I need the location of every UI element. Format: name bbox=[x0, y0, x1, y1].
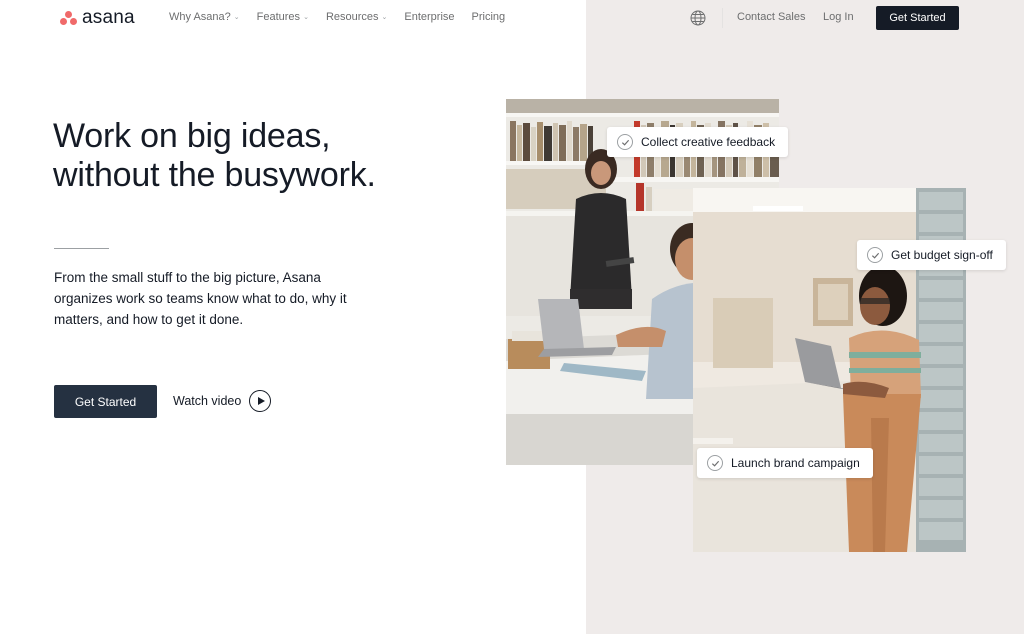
hero-headline: Work on big ideas, without the busywork. bbox=[53, 117, 376, 194]
check-circle-icon bbox=[867, 247, 883, 263]
header-get-started-button[interactable]: Get Started bbox=[876, 6, 959, 30]
chevron-down-icon: ⌄ bbox=[303, 14, 309, 21]
callout-get-budget-sign-off: Get budget sign-off bbox=[857, 240, 1006, 270]
nav-item-pricing[interactable]: Pricing bbox=[472, 11, 506, 23]
contact-sales-link[interactable]: Contact Sales bbox=[737, 11, 805, 23]
asana-wordmark: asana bbox=[82, 7, 135, 28]
callout-collect-creative-feedback: Collect creative feedback bbox=[607, 127, 789, 157]
header-divider bbox=[722, 8, 723, 28]
check-circle-icon bbox=[707, 455, 723, 471]
callout-launch-brand-campaign: Launch brand campaign bbox=[697, 448, 873, 478]
globe-icon[interactable] bbox=[690, 10, 706, 26]
nav-item-why-asana[interactable]: Why Asana? ⌄ bbox=[169, 11, 240, 23]
watch-video-label: Watch video bbox=[173, 394, 242, 408]
callout-label: Get budget sign-off bbox=[891, 248, 993, 262]
log-in-link[interactable]: Log In bbox=[823, 11, 854, 23]
chevron-down-icon: ⌄ bbox=[233, 14, 240, 21]
play-icon bbox=[249, 390, 272, 412]
hero-subtext: From the small stuff to the big picture,… bbox=[54, 270, 347, 327]
asana-logo-mark-icon bbox=[60, 11, 77, 25]
asana-logo[interactable]: asana bbox=[60, 8, 135, 28]
callout-label: Launch brand campaign bbox=[731, 456, 860, 470]
hero-divider bbox=[54, 248, 109, 249]
main-nav: Why Asana? ⌄ Features ⌄ Resources ⌄ Enterpr… bbox=[169, 11, 522, 23]
check-circle-icon bbox=[617, 134, 633, 150]
hero-get-started-button[interactable]: Get Started bbox=[54, 385, 157, 418]
nav-item-features[interactable]: Features ⌄ bbox=[257, 11, 309, 23]
nav-item-enterprise[interactable]: Enterprise bbox=[404, 11, 454, 23]
chevron-down-icon: ⌄ bbox=[381, 14, 388, 21]
site-header: asana Why Asana? ⌄ Features ⌄ Resources ⌄ E… bbox=[0, 0, 1024, 36]
nav-item-resources[interactable]: Resources ⌄ bbox=[326, 11, 387, 23]
callout-label: Collect creative feedback bbox=[641, 135, 776, 149]
watch-video-button[interactable]: Watch video bbox=[173, 390, 272, 412]
